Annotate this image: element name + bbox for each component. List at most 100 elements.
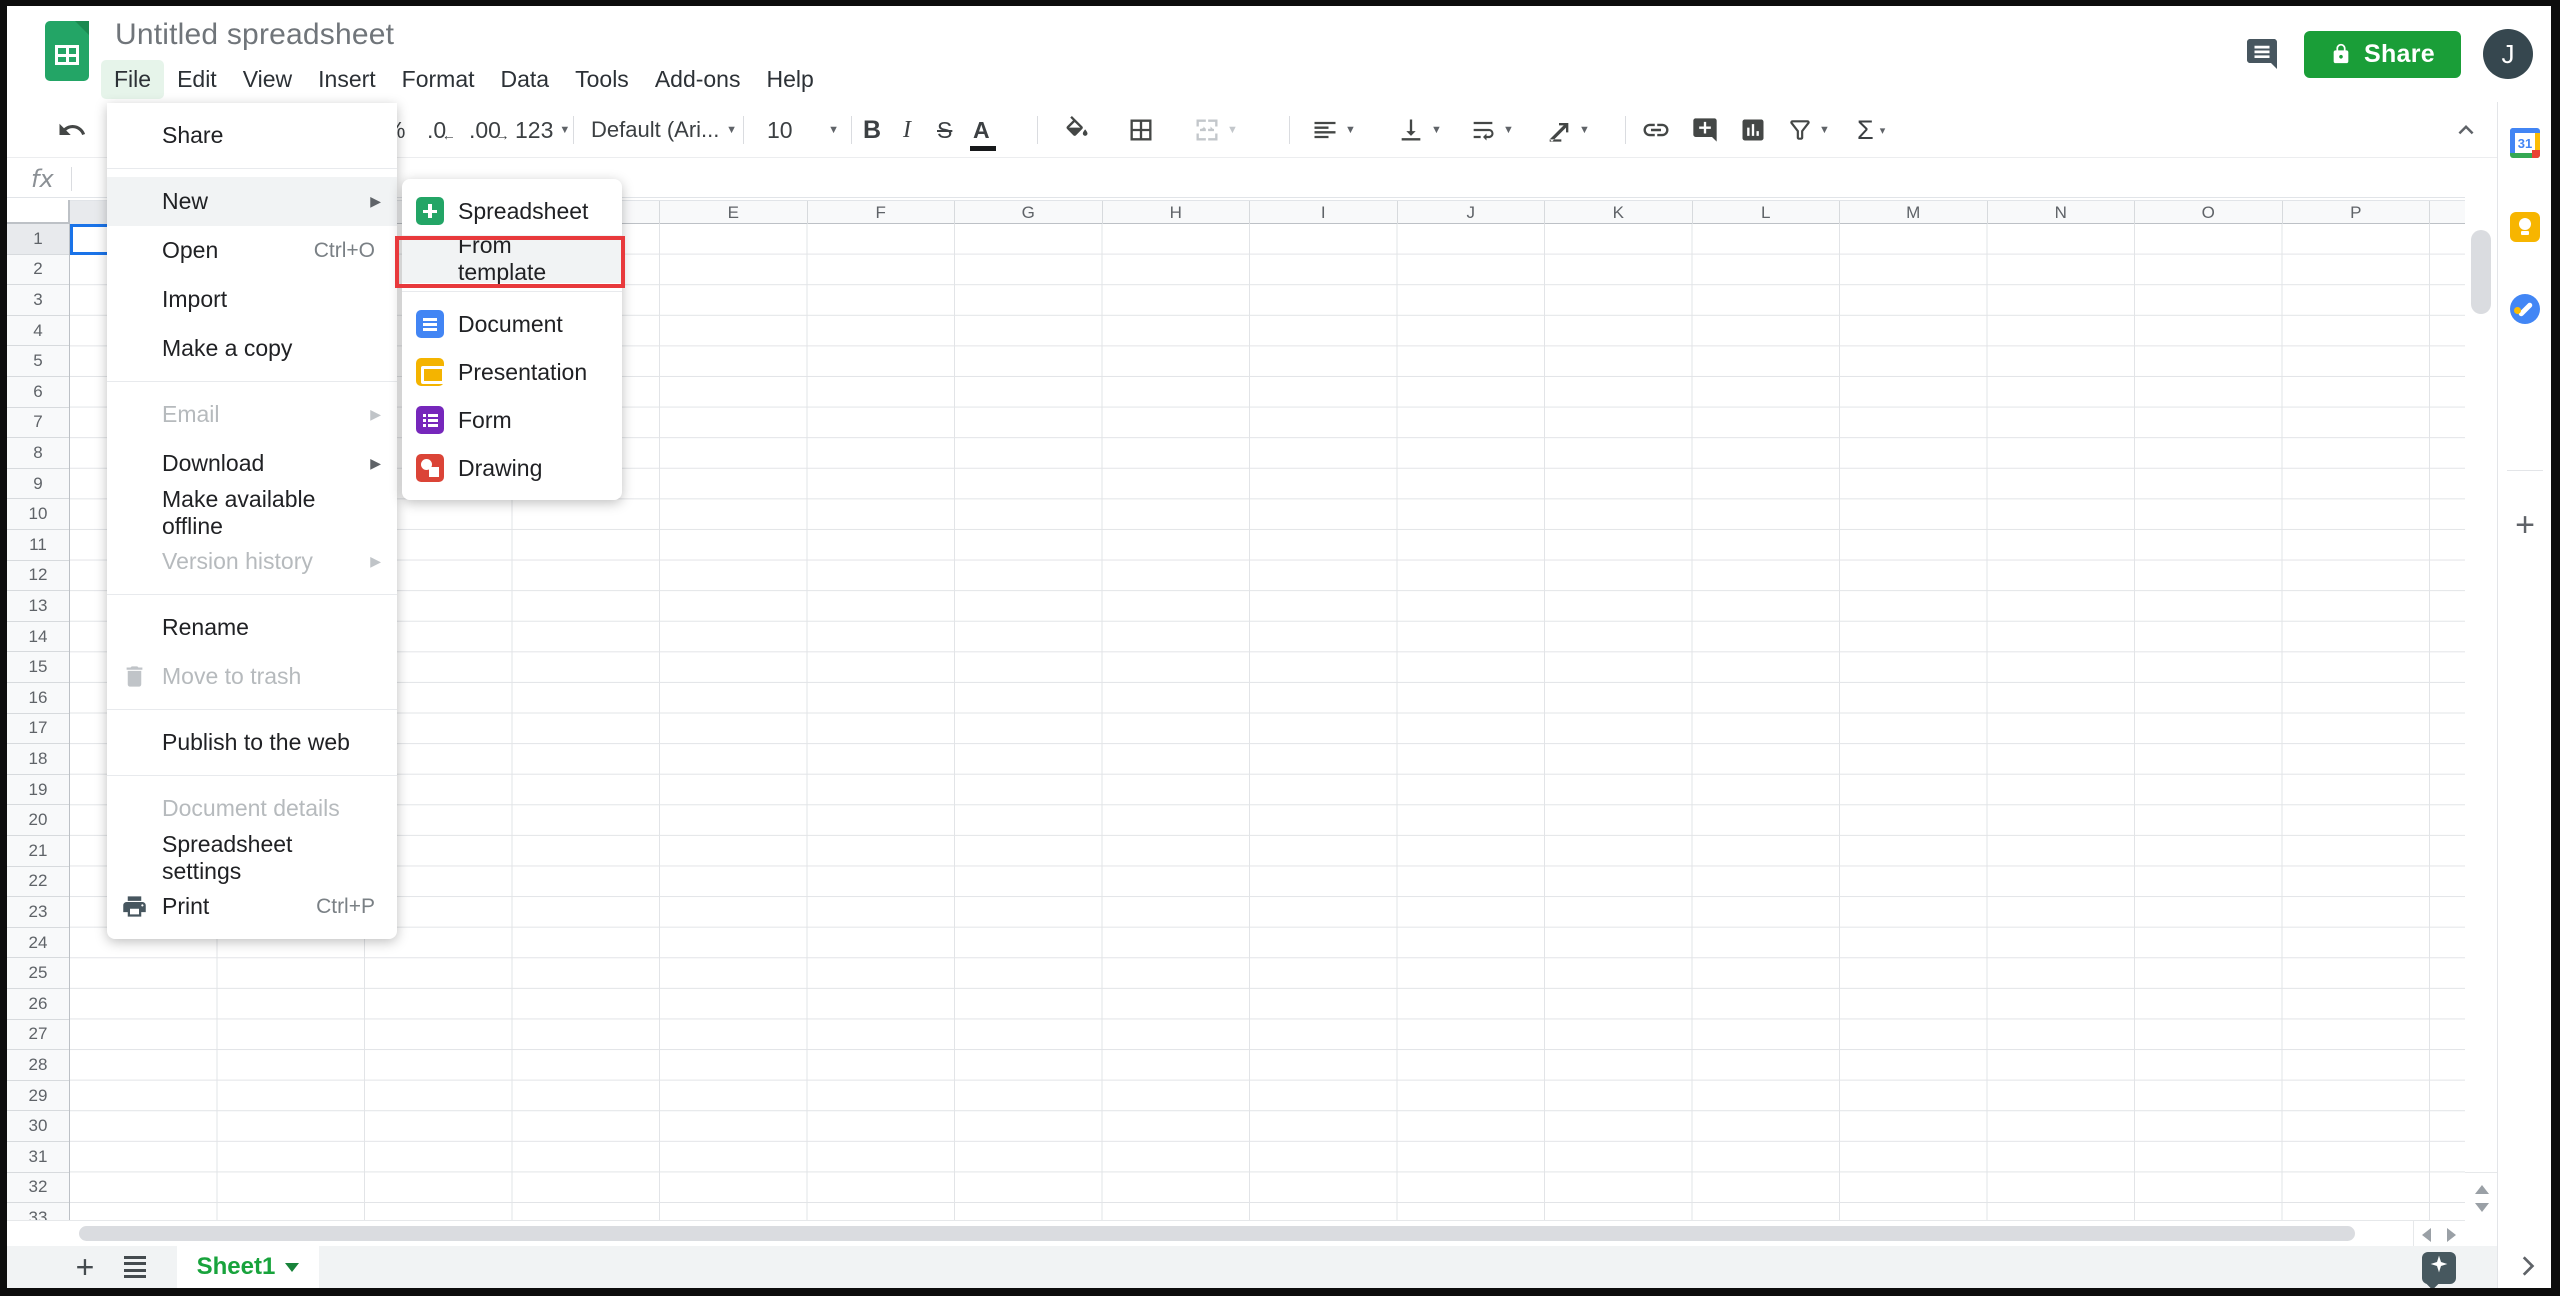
file-menu-item-email[interactable]: Email ▶: [107, 390, 397, 439]
row-header-31[interactable]: 31: [7, 1142, 69, 1173]
google-sheets-logo[interactable]: [45, 21, 89, 81]
text-color-button[interactable]: A: [970, 102, 996, 158]
column-header-p[interactable]: P: [2283, 201, 2430, 224]
submenu-item-form[interactable]: Form: [402, 396, 622, 444]
row-header-20[interactable]: 20: [7, 805, 69, 836]
insert-link-button[interactable]: [1641, 102, 1671, 158]
row-header-9[interactable]: 9: [7, 469, 69, 500]
filter-button[interactable]: ▼: [1787, 102, 1830, 158]
row-header-12[interactable]: 12: [7, 561, 69, 592]
calendar-icon[interactable]: 31: [2510, 128, 2540, 158]
row-header-26[interactable]: 26: [7, 989, 69, 1020]
font-size-select[interactable]: 10 ▼: [759, 102, 839, 158]
submenu-item-document[interactable]: Document: [402, 300, 622, 348]
file-menu-item-make-available-offline[interactable]: Make available offline: [107, 486, 397, 539]
file-menu-item-publish-to-the-web[interactable]: Publish to the web: [107, 718, 397, 767]
row-header-33[interactable]: 33: [7, 1203, 69, 1220]
explore-button[interactable]: [2422, 1252, 2456, 1284]
column-header-h[interactable]: H: [1103, 201, 1250, 224]
increase-decimal-button[interactable]: .00 →: [469, 102, 509, 158]
keep-icon[interactable]: [2510, 212, 2540, 242]
avatar[interactable]: J: [2483, 29, 2533, 79]
row-header-21[interactable]: 21: [7, 836, 69, 867]
row-header-10[interactable]: 10: [7, 499, 69, 530]
row-header-11[interactable]: 11: [7, 530, 69, 561]
file-menu-item-print[interactable]: Print Ctrl+P: [107, 882, 397, 931]
row-header-8[interactable]: 8: [7, 438, 69, 469]
more-formats-button[interactable]: 123 ▼: [515, 102, 570, 158]
column-header-l[interactable]: L: [1693, 201, 1840, 224]
functions-button[interactable]: Σ ▾: [1857, 102, 1885, 158]
row-header-6[interactable]: 6: [7, 377, 69, 408]
menubar-item-format[interactable]: Format: [389, 60, 488, 99]
row-header-15[interactable]: 15: [7, 652, 69, 683]
all-sheets-button[interactable]: [117, 1250, 153, 1284]
submenu-item-presentation[interactable]: Presentation: [402, 348, 622, 396]
file-menu-item-import[interactable]: Import: [107, 275, 397, 324]
menubar-item-insert[interactable]: Insert: [305, 60, 389, 99]
scroll-down-arrow[interactable]: [2475, 1203, 2489, 1212]
column-header-j[interactable]: J: [1398, 201, 1545, 224]
row-header-23[interactable]: 23: [7, 897, 69, 928]
fill-color-button[interactable]: [1063, 102, 1091, 158]
share-button[interactable]: Share: [2304, 30, 2461, 78]
row-header-30[interactable]: 30: [7, 1111, 69, 1142]
scroll-up-arrow[interactable]: [2475, 1185, 2489, 1194]
hide-toolbar-button[interactable]: [2449, 115, 2483, 145]
get-addons-button[interactable]: +: [2510, 508, 2540, 542]
row-header-24[interactable]: 24: [7, 928, 69, 959]
strikethrough-button[interactable]: S: [937, 102, 952, 158]
column-header-n[interactable]: N: [1988, 201, 2135, 224]
borders-button[interactable]: [1127, 102, 1155, 158]
file-menu-item-rename[interactable]: Rename: [107, 603, 397, 652]
row-header-22[interactable]: 22: [7, 867, 69, 898]
menubar-item-tools[interactable]: Tools: [562, 60, 642, 99]
row-header-18[interactable]: 18: [7, 744, 69, 775]
row-header-29[interactable]: 29: [7, 1081, 69, 1112]
row-header-7[interactable]: 7: [7, 408, 69, 439]
submenu-item-spreadsheet[interactable]: Spreadsheet: [402, 187, 622, 235]
row-header-25[interactable]: 25: [7, 958, 69, 989]
file-menu-item-move-to-trash[interactable]: Move to trash: [107, 652, 397, 701]
row-header-5[interactable]: 5: [7, 346, 69, 377]
column-header-k[interactable]: K: [1545, 201, 1693, 224]
scroll-left-arrow[interactable]: [2422, 1228, 2431, 1242]
file-menu-item-share[interactable]: Share: [107, 111, 397, 160]
merge-cells-button[interactable]: ▼: [1193, 102, 1238, 158]
column-header-f[interactable]: F: [808, 201, 955, 224]
file-menu-item-make-a-copy[interactable]: Make a copy: [107, 324, 397, 373]
italic-button[interactable]: I: [903, 102, 911, 158]
file-menu-item-document-details[interactable]: Document details: [107, 784, 397, 833]
row-header-17[interactable]: 17: [7, 714, 69, 745]
insert-comment-button[interactable]: [1691, 102, 1719, 158]
document-title[interactable]: Untitled spreadsheet: [115, 18, 394, 52]
menubar-item-help[interactable]: Help: [753, 60, 826, 99]
file-menu-item-spreadsheet-settings[interactable]: Spreadsheet settings: [107, 831, 397, 884]
menubar-item-data[interactable]: Data: [488, 60, 563, 99]
horizontal-scrollbar-thumb[interactable]: [79, 1226, 2355, 1241]
row-header-32[interactable]: 32: [7, 1173, 69, 1204]
decrease-decimal-button[interactable]: .0 ←: [427, 102, 456, 158]
insert-chart-button[interactable]: [1739, 102, 1767, 158]
row-header-4[interactable]: 4: [7, 316, 69, 347]
font-family-select[interactable]: Default (Ari... ▼: [591, 102, 737, 158]
text-rotation-button[interactable]: ▼: [1545, 102, 1590, 158]
row-header-27[interactable]: 27: [7, 1020, 69, 1051]
sheet-tab-menu-caret[interactable]: [285, 1262, 300, 1272]
column-header-i[interactable]: I: [1250, 201, 1398, 224]
show-side-panel-button[interactable]: [2512, 1250, 2542, 1284]
row-header-1[interactable]: 1: [7, 224, 69, 255]
menubar-item-view[interactable]: View: [230, 60, 305, 99]
undo-button[interactable]: [57, 102, 87, 158]
row-header-19[interactable]: 19: [7, 775, 69, 806]
scroll-right-arrow[interactable]: [2447, 1228, 2456, 1242]
menubar-item-file[interactable]: File: [101, 60, 165, 99]
submenu-item-drawing[interactable]: Drawing: [402, 444, 622, 492]
row-header-14[interactable]: 14: [7, 622, 69, 653]
select-all-corner[interactable]: [7, 200, 70, 224]
menubar-item-add-ons[interactable]: Add-ons: [642, 60, 754, 99]
text-wrap-button[interactable]: ▼: [1469, 102, 1514, 158]
open-comment-history-button[interactable]: [2242, 34, 2282, 74]
column-header-o[interactable]: O: [2135, 201, 2283, 224]
row-header-3[interactable]: 3: [7, 285, 69, 316]
